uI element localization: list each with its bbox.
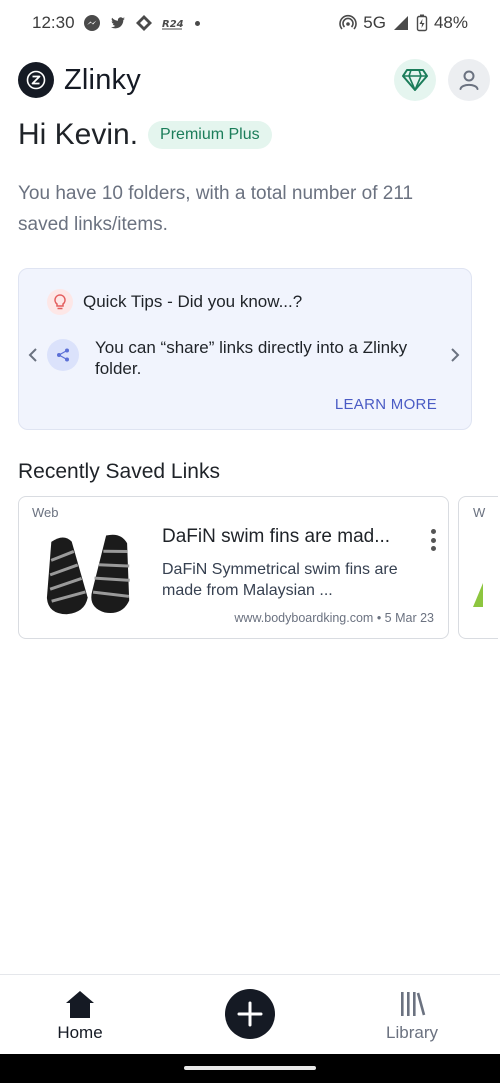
home-icon	[66, 991, 94, 1018]
status-time: 12:30	[32, 13, 75, 32]
nav-home[interactable]: Home	[40, 989, 120, 1043]
tips-header: Quick Tips - Did you know...?	[47, 289, 302, 315]
chevron-right-icon	[451, 348, 460, 362]
battery-percent: 48%	[433, 13, 468, 32]
svg-text:R24: R24	[162, 19, 183, 30]
status-right: 5G 48%	[339, 13, 468, 33]
app-icon: R24	[161, 19, 183, 30]
greeting: Hi Kevin. Premium Plus	[18, 118, 272, 152]
battery-icon	[416, 14, 428, 32]
saved-link-card-partial[interactable]: W	[458, 496, 498, 639]
link-title: DaFiN swim fins are mad...	[162, 526, 391, 547]
nav-library[interactable]: Library	[372, 989, 452, 1043]
recent-links-title: Recently Saved Links	[18, 460, 220, 483]
twitter-icon	[110, 17, 125, 29]
library-summary: You have 10 folders, with a total number…	[18, 183, 414, 235]
library-icon	[401, 992, 426, 1016]
chevron-left-icon	[28, 348, 37, 362]
messenger-icon	[83, 15, 100, 31]
gesture-handle[interactable]	[184, 1066, 316, 1070]
gesture-bar	[0, 1054, 500, 1083]
app-title: Zlinky	[64, 63, 141, 96]
profile-button[interactable]	[448, 59, 490, 101]
nav-home-label: Home	[57, 1023, 103, 1042]
premium-badge: Premium Plus	[148, 121, 272, 149]
link-description: DaFiN Symmetrical swim fins are made fro…	[162, 561, 398, 599]
bottom-navigation: Home Library	[0, 974, 500, 1054]
more-options-icon[interactable]	[426, 529, 440, 551]
link-type-label: Web	[32, 505, 59, 520]
app-header: Zlinky	[18, 58, 490, 102]
status-bar: 12:30 R24 5G 48%	[0, 0, 500, 46]
link-meta: www.bodyboardking.com • 5 Mar 23	[234, 611, 434, 625]
notification-dot	[194, 20, 200, 26]
lightbulb-icon	[47, 289, 73, 315]
signal-icon	[393, 16, 408, 30]
learn-more-link[interactable]: LEARN MORE	[335, 396, 437, 413]
person-icon	[459, 70, 479, 90]
tip-body: You can “share” links directly into a Zl…	[95, 338, 408, 378]
status-left: 12:30 R24	[32, 13, 200, 33]
tidal-icon	[135, 15, 152, 31]
saved-link-card[interactable]: Web DaFiN swim fins are mad... DaFiN Sym…	[18, 496, 449, 639]
diamond-icon	[402, 69, 428, 91]
network-label: 5G	[363, 13, 386, 32]
link-type-label-partial: W	[473, 505, 486, 520]
link-thumbnail-partial	[473, 583, 483, 607]
plus-icon	[237, 1001, 263, 1027]
header-actions	[394, 59, 490, 101]
add-button[interactable]	[225, 989, 275, 1039]
greeting-text: Hi Kevin.	[18, 118, 139, 151]
nav-library-label: Library	[386, 1023, 438, 1042]
hotspot-icon	[339, 14, 358, 30]
tip-next-button[interactable]	[447, 345, 463, 365]
premium-button[interactable]	[394, 59, 436, 101]
tip-prev-button[interactable]	[25, 345, 41, 365]
share-icon	[47, 339, 79, 371]
link-thumbnail	[46, 534, 130, 615]
zlinky-logo-icon	[18, 62, 54, 98]
tips-title: Quick Tips - Did you know...?	[83, 292, 303, 311]
quick-tips-card: Quick Tips - Did you know...? You can “s…	[18, 268, 472, 430]
